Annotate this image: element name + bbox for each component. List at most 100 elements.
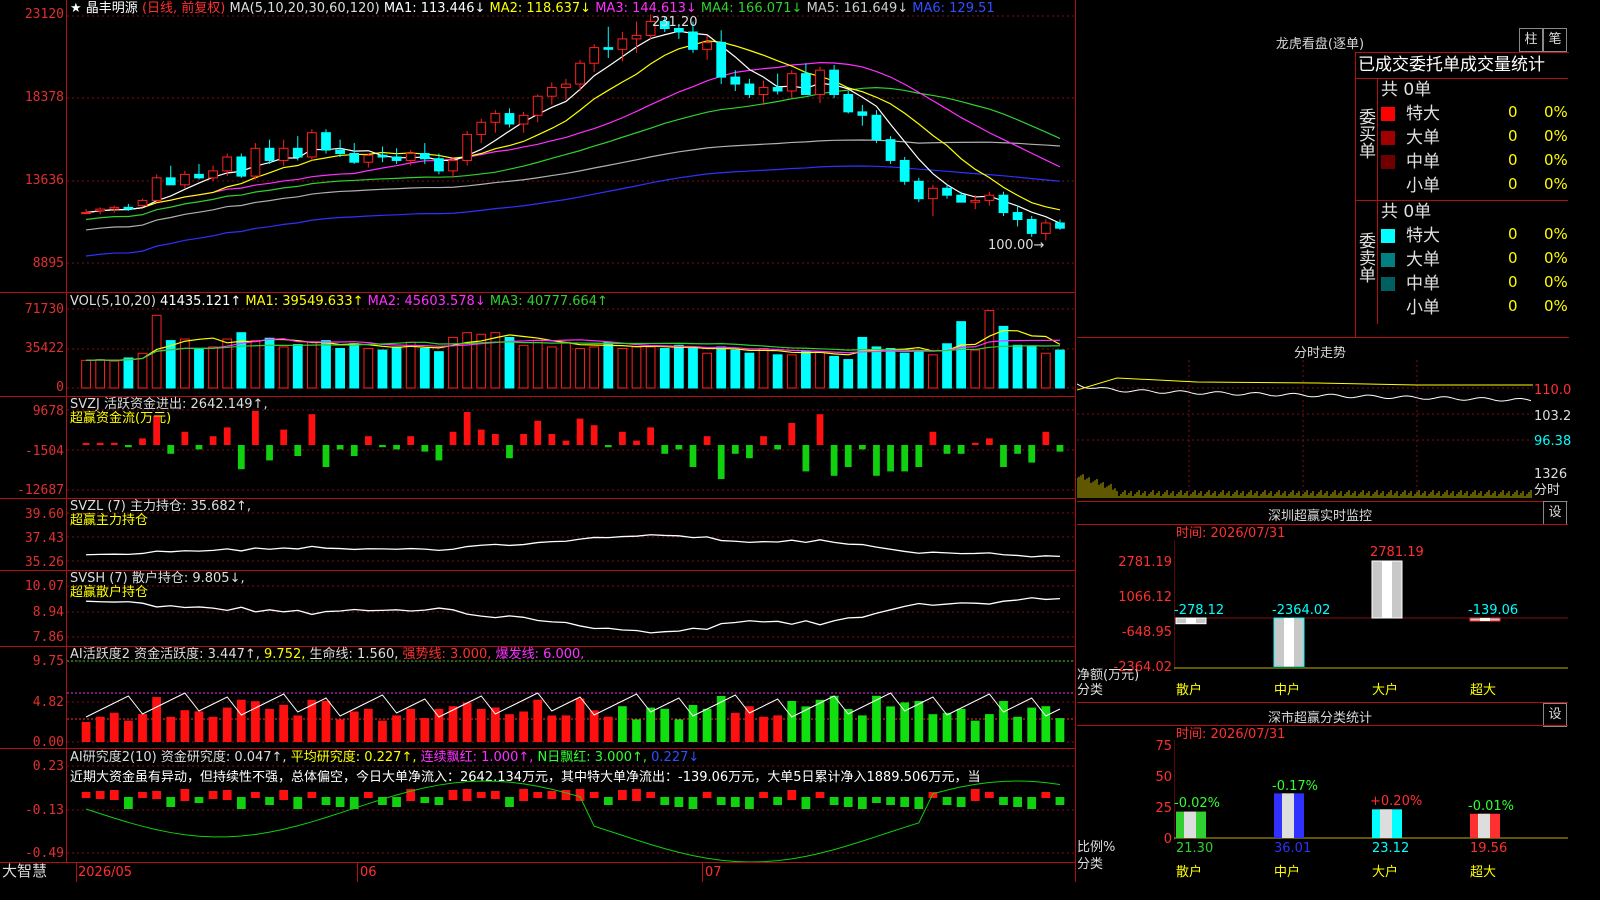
research-bar bbox=[1041, 792, 1051, 798]
ss-cls: 分类 bbox=[1077, 857, 1104, 872]
ai1-axis-1: 9.75 bbox=[32, 654, 64, 669]
sz-category-label: 散户 bbox=[1176, 683, 1203, 698]
sell-orders-label: 委卖单 bbox=[1355, 232, 1375, 283]
vol-axis-2: 35422 bbox=[24, 341, 64, 356]
ratio-bar-highlight bbox=[1380, 809, 1392, 838]
flow-bar bbox=[703, 436, 711, 445]
candle-body bbox=[561, 83, 571, 89]
volume-bar bbox=[518, 344, 529, 389]
activity-bar bbox=[236, 699, 246, 742]
candle-body bbox=[321, 132, 331, 151]
flow-bar bbox=[901, 445, 909, 472]
research-bar bbox=[702, 792, 712, 798]
flow-bar bbox=[689, 445, 697, 467]
flow-bar bbox=[506, 445, 513, 459]
order-count: 0 bbox=[1508, 273, 1518, 291]
order-percent: 0% bbox=[1544, 273, 1568, 291]
sz-category-label: 中户 bbox=[1274, 683, 1301, 698]
order-stats-tabs[interactable]: 已成交委托单成交量统计 bbox=[1358, 55, 1545, 75]
flow-bar bbox=[252, 411, 259, 445]
svzj-axis-1: 9678 bbox=[32, 404, 64, 419]
date-tick-may bbox=[76, 862, 77, 882]
volume-bar bbox=[532, 340, 543, 389]
bar-view-button[interactable]: 柱 bbox=[1519, 28, 1543, 52]
candle-body bbox=[829, 69, 839, 95]
activity-bar bbox=[420, 718, 430, 742]
volume-bar bbox=[561, 341, 571, 389]
ratio-bar-highlight bbox=[1478, 813, 1490, 838]
volume-bar bbox=[307, 341, 317, 389]
research-bar bbox=[194, 797, 204, 803]
candle-body bbox=[589, 47, 600, 64]
brand-logo[interactable]: 大智慧 bbox=[2, 864, 47, 879]
sz-category-label: 大户 bbox=[1372, 683, 1399, 698]
volume-bar bbox=[278, 346, 289, 389]
flow-bar bbox=[322, 445, 330, 467]
research-bar bbox=[505, 797, 514, 807]
flow-bar bbox=[125, 445, 132, 448]
candle-body bbox=[688, 31, 698, 50]
research-bar bbox=[279, 790, 289, 800]
flow-bar bbox=[294, 445, 302, 456]
activity-line bbox=[85, 692, 1061, 718]
ss-value-label: 36.01 bbox=[1274, 841, 1312, 856]
activity-bar bbox=[406, 708, 416, 742]
activity-bar bbox=[984, 714, 994, 742]
research-bar bbox=[152, 791, 162, 799]
volume-bar bbox=[391, 346, 402, 389]
research-bar bbox=[745, 797, 754, 809]
buy-sell-divider bbox=[1355, 200, 1568, 201]
order-percent: 0% bbox=[1544, 151, 1568, 169]
volume-chart[interactable] bbox=[67, 293, 1075, 396]
ss-settings-button[interactable]: 设 bbox=[1543, 703, 1567, 727]
order-count: 0 bbox=[1508, 127, 1518, 145]
candle-body bbox=[758, 87, 769, 95]
activity-bar bbox=[95, 716, 105, 742]
sz-value-label: -278.12 bbox=[1174, 603, 1225, 618]
candlestick-chart[interactable] bbox=[67, 0, 1075, 292]
flow-bar bbox=[619, 431, 626, 445]
candle-body bbox=[1040, 222, 1051, 234]
flow-bar bbox=[477, 429, 485, 445]
research-chart[interactable] bbox=[67, 749, 1075, 862]
flow-bar bbox=[181, 431, 189, 445]
volume-bar bbox=[815, 351, 825, 389]
intraday-chart[interactable] bbox=[1077, 360, 1533, 500]
order-stats-divider bbox=[1355, 78, 1568, 79]
order-count: 0 bbox=[1508, 175, 1518, 193]
candle-body bbox=[942, 187, 952, 196]
flow-bar bbox=[82, 443, 90, 445]
activity-bar bbox=[349, 711, 359, 742]
flow-bar bbox=[731, 445, 739, 454]
tick-view-button[interactable]: 笔 bbox=[1543, 28, 1567, 52]
flow-bar bbox=[604, 445, 612, 448]
ss-axis-2: 50 bbox=[1155, 770, 1172, 785]
retail-holding-chart[interactable] bbox=[67, 571, 1075, 646]
activity-bar bbox=[109, 712, 119, 742]
candle-body bbox=[843, 93, 854, 113]
order-count: 0 bbox=[1508, 225, 1518, 243]
research-bar bbox=[674, 797, 684, 807]
flow-bar bbox=[633, 440, 640, 445]
intraday-axis-2: 103.2 bbox=[1534, 409, 1572, 424]
fund-flow-chart[interactable] bbox=[67, 397, 1075, 498]
main-holding-chart[interactable] bbox=[67, 499, 1075, 570]
sz-settings-button[interactable]: 设 bbox=[1543, 501, 1567, 525]
flow-bar bbox=[407, 436, 415, 445]
flow-bar bbox=[280, 429, 288, 445]
ss-axis-1: 75 bbox=[1155, 739, 1172, 754]
candle-body bbox=[391, 156, 402, 161]
date-tick-jul bbox=[702, 862, 703, 882]
candle-body bbox=[194, 173, 204, 179]
flow-bar bbox=[661, 445, 669, 454]
research-bar bbox=[914, 797, 924, 809]
candle-body bbox=[250, 147, 261, 177]
research-bar bbox=[81, 792, 91, 798]
activity-chart[interactable] bbox=[67, 647, 1075, 748]
volume-bar bbox=[758, 348, 769, 389]
volume-bar bbox=[419, 348, 430, 389]
research-bar bbox=[716, 797, 726, 805]
volume-bar bbox=[405, 341, 416, 389]
research-bar bbox=[476, 792, 486, 798]
research-bar bbox=[321, 797, 331, 805]
